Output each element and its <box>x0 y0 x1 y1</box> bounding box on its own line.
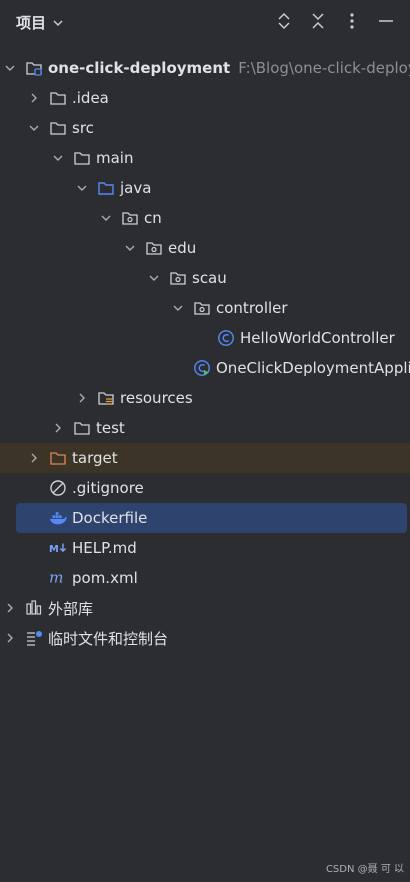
tree-item-resources[interactable]: resources <box>0 383 410 413</box>
module-folder-icon <box>25 59 43 77</box>
svg-text:M: M <box>49 544 59 555</box>
tree-item-gitignore[interactable]: .gitignore <box>0 473 410 503</box>
tree-item-label: HelloWorldController <box>240 329 395 347</box>
tree-item-label: Dockerfile <box>72 509 148 527</box>
chevron-right-icon[interactable] <box>2 630 18 646</box>
header-toolbar <box>274 10 396 32</box>
svg-text:m: m <box>49 569 64 587</box>
tree-item-label: pom.xml <box>72 569 138 587</box>
markdown-icon: M <box>49 539 67 557</box>
tree-item-label: java <box>120 179 152 197</box>
tree-item-label: controller <box>216 299 288 317</box>
tree-item-label: edu <box>168 239 197 257</box>
tree-item-external-libraries[interactable]: 外部库 <box>0 593 410 623</box>
watermark: CSDN @聂 可 以 <box>325 864 404 875</box>
external-libraries-icon <box>25 599 43 617</box>
chevron-right-icon[interactable] <box>74 390 90 406</box>
spring-boot-app-icon <box>193 359 211 377</box>
excluded-folder-icon <box>49 449 67 467</box>
project-tree: one-click-deployment F:\Blog\one-click-d… <box>0 53 410 653</box>
docker-icon <box>49 509 67 527</box>
tree-item-edu[interactable]: edu <box>0 233 410 263</box>
header-title: 项目 <box>16 14 47 32</box>
tree-item-label: src <box>72 119 94 137</box>
chevron-down-icon <box>53 19 63 26</box>
package-icon <box>121 209 139 227</box>
tool-window-header: 项目 <box>0 0 410 44</box>
tree-item-label: resources <box>120 389 193 407</box>
tree-item-src[interactable]: src <box>0 113 410 143</box>
tree-item-one-click-deployment[interactable]: one-click-deployment F:\Blog\one-click-d… <box>0 53 410 83</box>
tree-item-one-click-deployment-application[interactable]: OneClickDeploymentApplication <box>0 353 410 383</box>
tree-item-label: OneClickDeploymentApplication <box>216 359 410 377</box>
tree-item-label: HELP.md <box>72 539 137 557</box>
package-icon <box>193 299 211 317</box>
tree-item-scau[interactable]: scau <box>0 263 410 293</box>
tree-item-label: main <box>96 149 134 167</box>
tree-item-label: target <box>72 449 118 467</box>
chevron-right-icon[interactable] <box>26 450 42 466</box>
resources-folder-icon <box>97 389 115 407</box>
minimize-icon[interactable] <box>376 10 396 32</box>
tree-item-label: .idea <box>72 89 109 107</box>
tree-item-idea[interactable]: .idea <box>0 83 410 113</box>
tree-item-java[interactable]: java <box>0 173 410 203</box>
chevron-expanded-icon[interactable] <box>2 60 18 76</box>
tree-item-label: scau <box>192 269 227 287</box>
tree-item-target[interactable]: target <box>0 443 410 473</box>
chevron-right-icon[interactable] <box>2 600 18 616</box>
folder-icon <box>49 119 67 137</box>
more-options-icon[interactable] <box>342 10 362 32</box>
chevron-right-icon[interactable] <box>50 420 66 436</box>
project-path: F:\Blog\one-click-deployment <box>238 59 410 77</box>
folder-icon <box>49 89 67 107</box>
tree-item-hello-world-controller[interactable]: HelloWorldController <box>0 323 410 353</box>
tree-item-controller[interactable]: controller <box>0 293 410 323</box>
tree-item-label: .gitignore <box>72 479 144 497</box>
tree-item-label: cn <box>144 209 162 227</box>
tree-item-label: 外部库 <box>48 599 94 618</box>
java-class-icon <box>217 329 235 347</box>
package-icon <box>169 269 187 287</box>
scratches-icon <box>25 629 43 647</box>
chevron-right-icon[interactable] <box>26 90 42 106</box>
tree-item-pom-xml[interactable]: m pom.xml <box>0 563 410 593</box>
chevron-expanded-icon[interactable] <box>74 180 90 196</box>
gitignore-icon <box>49 479 67 497</box>
chevron-expanded-icon[interactable] <box>170 300 186 316</box>
tree-item-label: test <box>96 419 125 437</box>
tree-item-help-md[interactable]: M HELP.md <box>0 533 410 563</box>
source-folder-icon <box>97 179 115 197</box>
chevron-expanded-icon[interactable] <box>50 150 66 166</box>
project-view-selector[interactable]: 项目 <box>16 12 64 33</box>
tree-item-label: 临时文件和控制台 <box>48 629 169 648</box>
tree-item-scratches-and-consoles[interactable]: 临时文件和控制台 <box>0 623 410 653</box>
package-icon <box>145 239 163 257</box>
chevron-expanded-icon[interactable] <box>146 270 162 286</box>
folder-icon <box>73 149 91 167</box>
folder-icon <box>73 419 91 437</box>
tree-item-dockerfile[interactable]: Dockerfile <box>16 503 407 533</box>
chevron-expanded-icon[interactable] <box>98 210 114 226</box>
tree-item-cn[interactable]: cn <box>0 203 410 233</box>
chevron-expanded-icon[interactable] <box>26 120 42 136</box>
tree-item-main[interactable]: main <box>0 143 410 173</box>
expand-all-icon[interactable] <box>274 10 294 32</box>
tree-item-label: one-click-deployment <box>48 59 231 77</box>
project-tool-window: 项目 one-click-deployment F:\Blog\one-clic… <box>0 0 410 882</box>
maven-icon: m <box>49 569 67 587</box>
tree-item-test[interactable]: test <box>0 413 410 443</box>
collapse-all-icon[interactable] <box>308 10 328 32</box>
chevron-expanded-icon[interactable] <box>122 240 138 256</box>
